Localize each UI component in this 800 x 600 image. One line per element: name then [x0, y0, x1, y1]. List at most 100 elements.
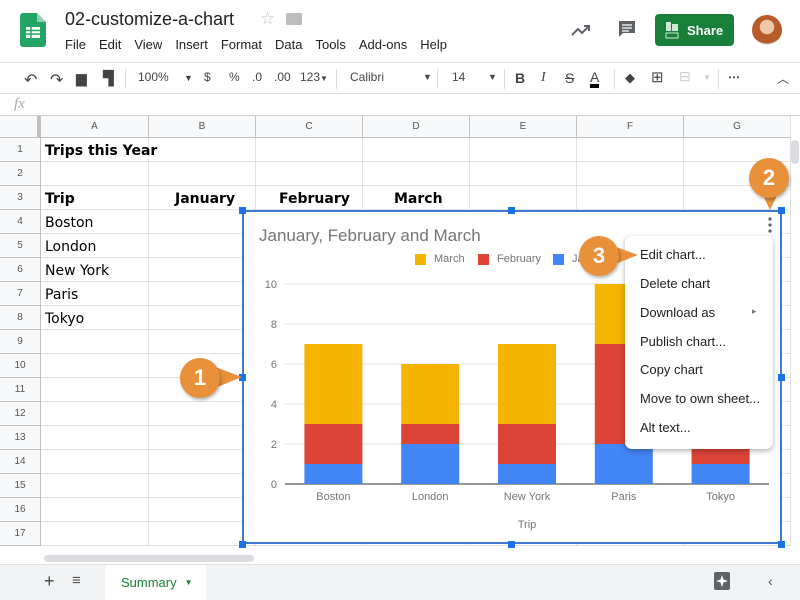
resize-handle-bottom[interactable]: [508, 541, 515, 548]
resize-handle-bottom-left[interactable]: [239, 541, 246, 548]
chevron-down-icon[interactable]: ▼: [488, 72, 497, 82]
row-header[interactable]: 14: [0, 450, 41, 474]
redo-icon[interactable]: ↷: [50, 70, 63, 90]
more-options-button[interactable]: ⋯: [728, 70, 740, 84]
resize-handle-bottom-right[interactable]: [778, 541, 785, 548]
column-header-f[interactable]: F: [577, 116, 684, 138]
row-header[interactable]: 9: [0, 330, 41, 354]
sheet-tab-summary[interactable]: Summary ▼: [105, 565, 206, 600]
row-header[interactable]: 17: [0, 522, 41, 546]
fill-color-icon[interactable]: ◆: [625, 70, 635, 86]
row-header[interactable]: 16: [0, 498, 41, 522]
chevron-down-icon[interactable]: ▼: [423, 72, 432, 82]
menu-insert[interactable]: Insert: [175, 37, 208, 52]
paint-format-icon[interactable]: ▜: [103, 70, 114, 87]
cell-a5[interactable]: London: [45, 239, 96, 255]
menu-item-copy-chart[interactable]: Copy chart: [640, 362, 703, 377]
column-header-c[interactable]: C: [256, 116, 363, 138]
resize-handle-top-left[interactable]: [239, 207, 246, 214]
share-button[interactable]: Share: [655, 14, 734, 46]
increase-decimal-button[interactable]: .00: [274, 70, 291, 84]
document-title[interactable]: 02-customize-a-chart: [65, 9, 234, 30]
row-header[interactable]: 11: [0, 378, 41, 402]
font-size-select[interactable]: 14: [452, 70, 465, 84]
formula-bar[interactable]: [0, 94, 800, 116]
zoom-select[interactable]: 100% ▼: [138, 70, 193, 84]
borders-icon[interactable]: ⊞: [651, 68, 664, 86]
menu-item-download-as[interactable]: Download as: [640, 305, 715, 320]
row-header[interactable]: 12: [0, 402, 41, 426]
row-header[interactable]: 5: [0, 234, 41, 258]
all-sheets-icon[interactable]: ≡: [72, 572, 81, 589]
column-header-d[interactable]: D: [363, 116, 470, 138]
star-icon[interactable]: ☆: [260, 9, 275, 29]
menu-file[interactable]: File: [65, 37, 86, 52]
activity-trend-icon[interactable]: [570, 20, 592, 40]
row-header[interactable]: 4: [0, 210, 41, 234]
row-header[interactable]: 1: [0, 138, 41, 162]
menu-item-delete-chart[interactable]: Delete chart: [640, 276, 710, 291]
font-select[interactable]: Calibri: [350, 70, 384, 84]
chart-menu-kebab-icon[interactable]: [767, 217, 773, 233]
cell-a1[interactable]: Trips this Year: [45, 143, 157, 159]
comment-icon[interactable]: [617, 19, 637, 39]
menu-format[interactable]: Format: [221, 37, 262, 52]
column-header-b[interactable]: B: [149, 116, 256, 138]
cell-a3[interactable]: Trip: [45, 191, 75, 207]
sheets-logo-icon[interactable]: [20, 13, 46, 47]
menu-data[interactable]: Data: [275, 37, 302, 52]
merge-cells-icon[interactable]: ⊟: [679, 68, 691, 85]
cell-c3[interactable]: February: [279, 191, 350, 207]
cell-b3[interactable]: January: [175, 191, 235, 207]
cell-d3[interactable]: March: [394, 191, 443, 207]
row-header[interactable]: 7: [0, 282, 41, 306]
menu-item-publish-chart[interactable]: Publish chart...: [640, 334, 726, 349]
vertical-scrollbar[interactable]: [790, 116, 800, 546]
menu-item-alt-text[interactable]: Alt text...: [640, 420, 691, 435]
menu-help[interactable]: Help: [420, 37, 447, 52]
column-header-g[interactable]: G: [684, 116, 790, 138]
menu-edit[interactable]: Edit: [99, 37, 121, 52]
row-header[interactable]: 13: [0, 426, 41, 450]
horizontal-scroll-thumb[interactable]: [44, 555, 254, 562]
column-header-e[interactable]: E: [470, 116, 577, 138]
menu-item-move-to-own-sheet[interactable]: Move to own sheet...: [640, 391, 760, 406]
folder-icon[interactable]: [286, 13, 302, 25]
cell-a6[interactable]: New York: [45, 263, 109, 279]
resize-handle-right[interactable]: [778, 374, 785, 381]
more-formats-button[interactable]: 123▼: [300, 70, 328, 84]
undo-icon[interactable]: ↶: [24, 70, 37, 90]
cell-a4[interactable]: Boston: [45, 215, 93, 231]
side-panel-chevron-icon[interactable]: ‹: [768, 573, 773, 589]
bold-button[interactable]: B: [515, 70, 525, 86]
add-sheet-icon[interactable]: +: [44, 571, 55, 592]
row-header[interactable]: 6: [0, 258, 41, 282]
collapse-chevron-icon[interactable]: ︿: [777, 70, 789, 87]
vertical-scroll-thumb[interactable]: [791, 140, 799, 164]
currency-button[interactable]: $: [204, 70, 211, 84]
chevron-down-icon[interactable]: ▼: [703, 73, 711, 82]
row-header[interactable]: 3: [0, 186, 41, 210]
cell-a7[interactable]: Paris: [45, 287, 78, 303]
row-header[interactable]: 15: [0, 474, 41, 498]
resize-handle-top[interactable]: [508, 207, 515, 214]
menu-addons[interactable]: Add-ons: [359, 37, 407, 52]
menu-item-edit-chart[interactable]: Edit chart...: [640, 247, 706, 262]
print-icon[interactable]: ▆: [76, 70, 87, 87]
grid-line: [41, 185, 790, 186]
column-header-a[interactable]: A: [41, 116, 149, 138]
menu-tools[interactable]: Tools: [315, 37, 345, 52]
row-header[interactable]: 8: [0, 306, 41, 330]
menu-view[interactable]: View: [134, 37, 162, 52]
row-header[interactable]: 10: [0, 354, 41, 378]
user-avatar[interactable]: [752, 15, 782, 45]
decrease-decimal-button[interactable]: .0: [252, 70, 262, 84]
row-header[interactable]: 2: [0, 162, 41, 186]
percent-button[interactable]: %: [229, 70, 240, 84]
text-color-button[interactable]: A: [590, 70, 600, 88]
explore-icon[interactable]: [714, 572, 730, 592]
select-all-corner[interactable]: [0, 116, 41, 138]
italic-button[interactable]: I: [541, 70, 546, 86]
strikethrough-button[interactable]: S: [565, 70, 574, 86]
cell-a8[interactable]: Tokyo: [45, 311, 84, 327]
